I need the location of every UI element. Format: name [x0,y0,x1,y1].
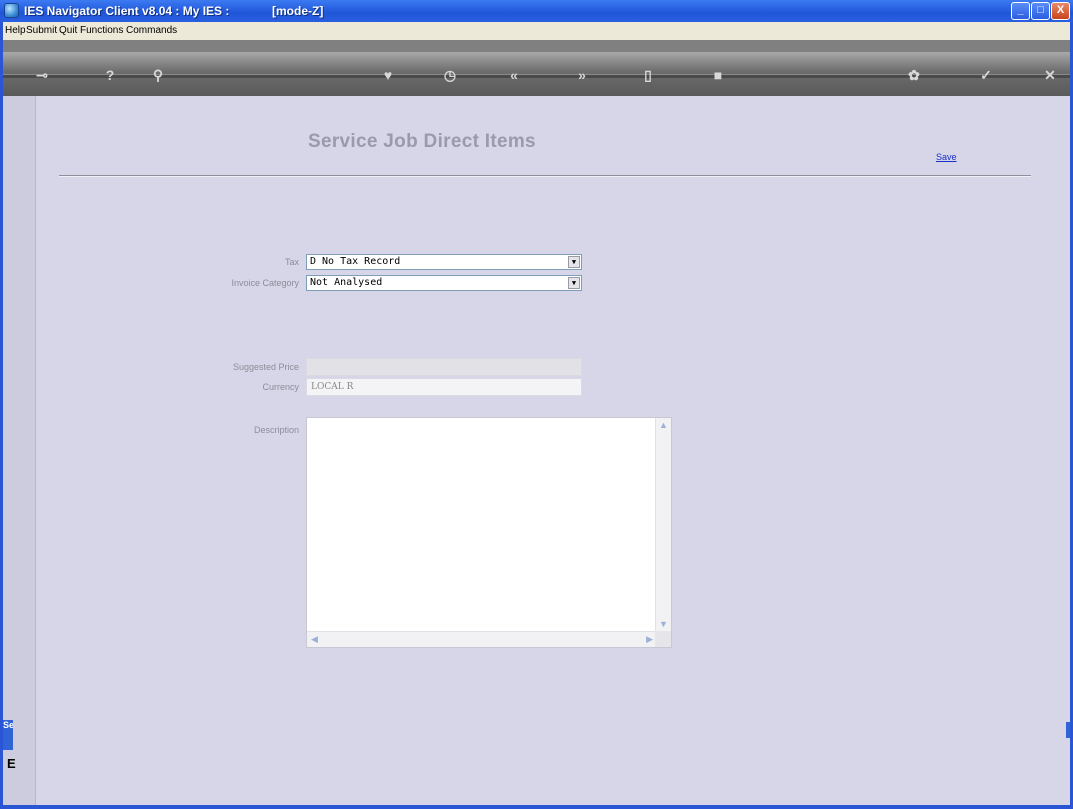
window-mode: [mode-Z] [272,4,324,18]
toolbar: ⊸ ? ⚲ ♥ ◷ « » ▯ ■ ✿ ✓ ✕ [3,40,1070,96]
invoice-category-select[interactable]: Not Analysed ▼ [306,275,582,291]
menu-functions[interactable]: Functions [80,25,123,36]
vertical-scrollbar[interactable]: ▲ ▼ [655,418,671,631]
suggested-price-label: Suggested Price [232,362,299,372]
page-title: Service Job Direct Items [308,131,536,152]
settings-icon[interactable]: ✿ [903,64,925,86]
menu-submit[interactable]: Submit [26,25,57,36]
check-icon[interactable]: ✓ [975,64,997,86]
horizontal-scrollbar[interactable]: ◀ ▶ [307,631,657,647]
menu-commands[interactable]: Commands [126,25,177,36]
chevron-down-icon[interactable]: ▼ [568,256,580,268]
search-icon[interactable]: ⚲ [147,64,169,86]
document-icon[interactable]: ▯ [637,64,659,86]
close-icon[interactable]: ✕ [1039,64,1061,86]
window-title: IES Navigator Client v8.04 : My IES : [24,4,230,18]
maximize-button[interactable]: □ [1031,2,1050,20]
title-bar[interactable]: IES Navigator Client v8.04 : My IES : [m… [0,0,1073,22]
minimize-button[interactable]: _ [1011,2,1030,20]
key-icon[interactable]: ⊸ [31,64,53,86]
scroll-corner [655,631,671,647]
heart-icon[interactable]: ♥ [377,64,399,86]
tax-select[interactable]: D No Tax Record ▼ [306,254,582,270]
client-area: Se E Service Job Direct Items Save Tax D… [3,96,1070,805]
scroll-down-icon[interactable]: ▼ [659,619,668,629]
side-tab[interactable]: Se [3,720,13,750]
right-edge-marker [1066,722,1070,738]
left-panel: Se E [3,96,36,805]
scroll-up-icon[interactable]: ▲ [659,420,668,430]
title-divider [59,175,1031,177]
menu-help[interactable]: Help [5,25,26,36]
clock-icon[interactable]: ◷ [439,64,461,86]
forward-icon[interactable]: » [571,64,593,86]
save-link[interactable]: Save [936,152,957,162]
currency-field[interactable]: LOCAL R [306,378,582,396]
currency-label: Currency [262,382,299,392]
chevron-down-icon[interactable]: ▼ [568,277,580,289]
application-window: IES Navigator Client v8.04 : My IES : [m… [0,0,1073,809]
tax-label: Tax [284,257,299,267]
stop-icon[interactable]: ■ [707,64,729,86]
description-textarea[interactable]: ▲ ▼ ◀ ▶ [306,417,672,648]
tax-value: D No Tax Record [310,256,401,267]
description-label: Description [253,425,299,435]
rewind-icon[interactable]: « [503,64,525,86]
help-icon[interactable]: ? [99,64,121,86]
app-icon [4,3,19,18]
menu-quit[interactable]: Quit [59,25,77,36]
invoice-category-label: Invoice Category [231,278,299,288]
side-letter: E [7,756,16,771]
scroll-left-icon[interactable]: ◀ [311,634,318,645]
invoice-category-value: Not Analysed [310,277,383,288]
suggested-price-field[interactable] [306,358,582,376]
scroll-right-icon[interactable]: ▶ [646,634,653,645]
menu-bar: Help Submit Quit Functions Commands [3,22,1070,40]
close-button[interactable]: X [1051,2,1070,20]
